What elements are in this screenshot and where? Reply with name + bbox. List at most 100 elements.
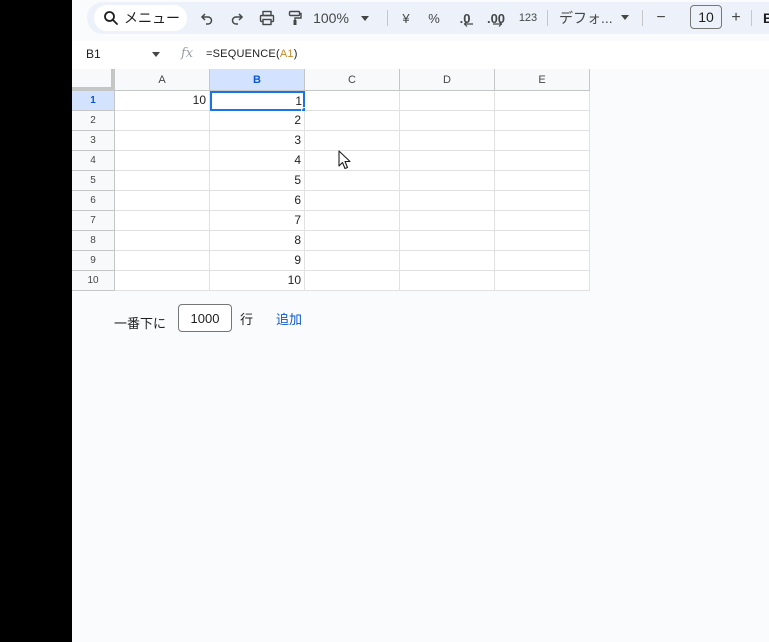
cell-b3[interactable]: 3 <box>210 131 305 151</box>
column-header-d[interactable]: D <box>400 69 495 91</box>
search-icon <box>104 11 118 25</box>
menu-search[interactable]: メニュー <box>94 5 187 31</box>
name-box[interactable]: B1 <box>86 47 101 61</box>
paint-format-button[interactable] <box>285 7 305 29</box>
zoom-value: 100% <box>313 10 349 26</box>
cell-d7[interactable] <box>400 211 495 231</box>
percent-format-button[interactable]: % <box>425 7 443 29</box>
cell-d10[interactable] <box>400 271 495 291</box>
cell-a4[interactable] <box>115 151 210 171</box>
cell-c10[interactable] <box>305 271 400 291</box>
decrease-decimal-button[interactable]: .0 <box>453 7 477 29</box>
row-header-10[interactable]: 10 <box>72 271 115 291</box>
number-format-label: 123 <box>518 12 538 24</box>
cell-a8[interactable] <box>115 231 210 251</box>
row-header-2[interactable]: 2 <box>72 111 115 131</box>
row-header-7[interactable]: 7 <box>72 211 115 231</box>
cell-c6[interactable] <box>305 191 400 211</box>
cell-a6[interactable] <box>115 191 210 211</box>
add-rows-count-input[interactable]: 1000 <box>178 304 232 332</box>
cell-c1[interactable] <box>305 91 400 111</box>
cell-d2[interactable] <box>400 111 495 131</box>
column-header-c[interactable]: C <box>305 69 400 91</box>
cell-a9[interactable] <box>115 251 210 271</box>
cell-b1[interactable]: 1 <box>210 91 305 111</box>
cell-e6[interactable] <box>495 191 590 211</box>
cell-e10[interactable] <box>495 271 590 291</box>
font-size-value: 10 <box>698 9 714 25</box>
cell-e8[interactable] <box>495 231 590 251</box>
cell-a1[interactable]: 10 <box>115 91 210 111</box>
cell-d1[interactable] <box>400 91 495 111</box>
currency-label: ¥ <box>402 10 410 26</box>
cell-a3[interactable] <box>115 131 210 151</box>
currency-format-button[interactable]: ¥ <box>397 7 415 29</box>
row-header-1[interactable]: 1 <box>72 91 115 111</box>
decrease-font-size-button[interactable]: − <box>652 7 670 29</box>
zoom-select[interactable]: 100% <box>311 7 371 29</box>
cell-e4[interactable] <box>495 151 590 171</box>
formula-bar: B1 fx =SEQUENCE(A1) <box>72 41 769 69</box>
font-family-select[interactable]: デフォ... <box>559 7 633 29</box>
cell-b5[interactable]: 5 <box>210 171 305 191</box>
chevron-down-icon <box>360 15 369 21</box>
cell-e9[interactable] <box>495 251 590 271</box>
cell-e2[interactable] <box>495 111 590 131</box>
undo-button[interactable] <box>197 7 217 29</box>
cell-b7[interactable]: 7 <box>210 211 305 231</box>
bold-button[interactable]: B <box>759 7 769 29</box>
cell-c5[interactable] <box>305 171 400 191</box>
cell-d6[interactable] <box>400 191 495 211</box>
increase-font-size-button[interactable]: + <box>727 7 745 29</box>
row-header-6[interactable]: 6 <box>72 191 115 211</box>
cell-d5[interactable] <box>400 171 495 191</box>
select-all-corner[interactable] <box>72 69 115 91</box>
chevron-down-icon <box>621 15 629 20</box>
row-header-9[interactable]: 9 <box>72 251 115 271</box>
font-size-input[interactable]: 10 <box>690 5 722 29</box>
cell-a2[interactable] <box>115 111 210 131</box>
add-rows-suffix: 行 <box>240 312 254 327</box>
cell-d3[interactable] <box>400 131 495 151</box>
cell-e1[interactable] <box>495 91 590 111</box>
cell-c7[interactable] <box>305 211 400 231</box>
cell-c2[interactable] <box>305 111 400 131</box>
cell-b4[interactable]: 4 <box>210 151 305 171</box>
cell-e5[interactable] <box>495 171 590 191</box>
redo-button[interactable] <box>227 7 247 29</box>
cell-c9[interactable] <box>305 251 400 271</box>
chevron-down-icon[interactable] <box>152 52 160 57</box>
cell-c8[interactable] <box>305 231 400 251</box>
row-header-8[interactable]: 8 <box>72 231 115 251</box>
row-header-3[interactable]: 3 <box>72 131 115 151</box>
cell-b6[interactable]: 6 <box>210 191 305 211</box>
column-header-e[interactable]: E <box>495 69 590 91</box>
cell-c3[interactable] <box>305 131 400 151</box>
increase-decimal-button[interactable]: .00 <box>483 7 509 29</box>
cell-d9[interactable] <box>400 251 495 271</box>
cell-b10[interactable]: 10 <box>210 271 305 291</box>
cell-d4[interactable] <box>400 151 495 171</box>
cell-b9[interactable]: 9 <box>210 251 305 271</box>
cell-c4[interactable] <box>305 151 400 171</box>
cell-b2[interactable]: 2 <box>210 111 305 131</box>
print-button[interactable] <box>256 7 278 29</box>
cell-a5[interactable] <box>115 171 210 191</box>
formula-input[interactable]: =SEQUENCE(A1) <box>206 48 298 60</box>
column-header-b[interactable]: B <box>210 69 305 91</box>
cell-b8[interactable]: 8 <box>210 231 305 251</box>
add-rows-button[interactable]: 追加 <box>276 309 302 328</box>
row-header-5[interactable]: 5 <box>72 171 115 191</box>
formula-prefix: =SEQUENCE( <box>206 48 280 60</box>
row-header-4[interactable]: 4 <box>72 151 115 171</box>
number-format-button[interactable]: 123 <box>515 7 541 29</box>
cell-e3[interactable] <box>495 131 590 151</box>
cell-e7[interactable] <box>495 211 590 231</box>
toolbar-divider <box>387 10 388 26</box>
cell-a7[interactable] <box>115 211 210 231</box>
cell-a10[interactable] <box>115 271 210 291</box>
undo-icon <box>200 13 213 25</box>
column-header-a[interactable]: A <box>115 69 210 91</box>
cell-d8[interactable] <box>400 231 495 251</box>
toolbar-divider <box>547 10 548 26</box>
